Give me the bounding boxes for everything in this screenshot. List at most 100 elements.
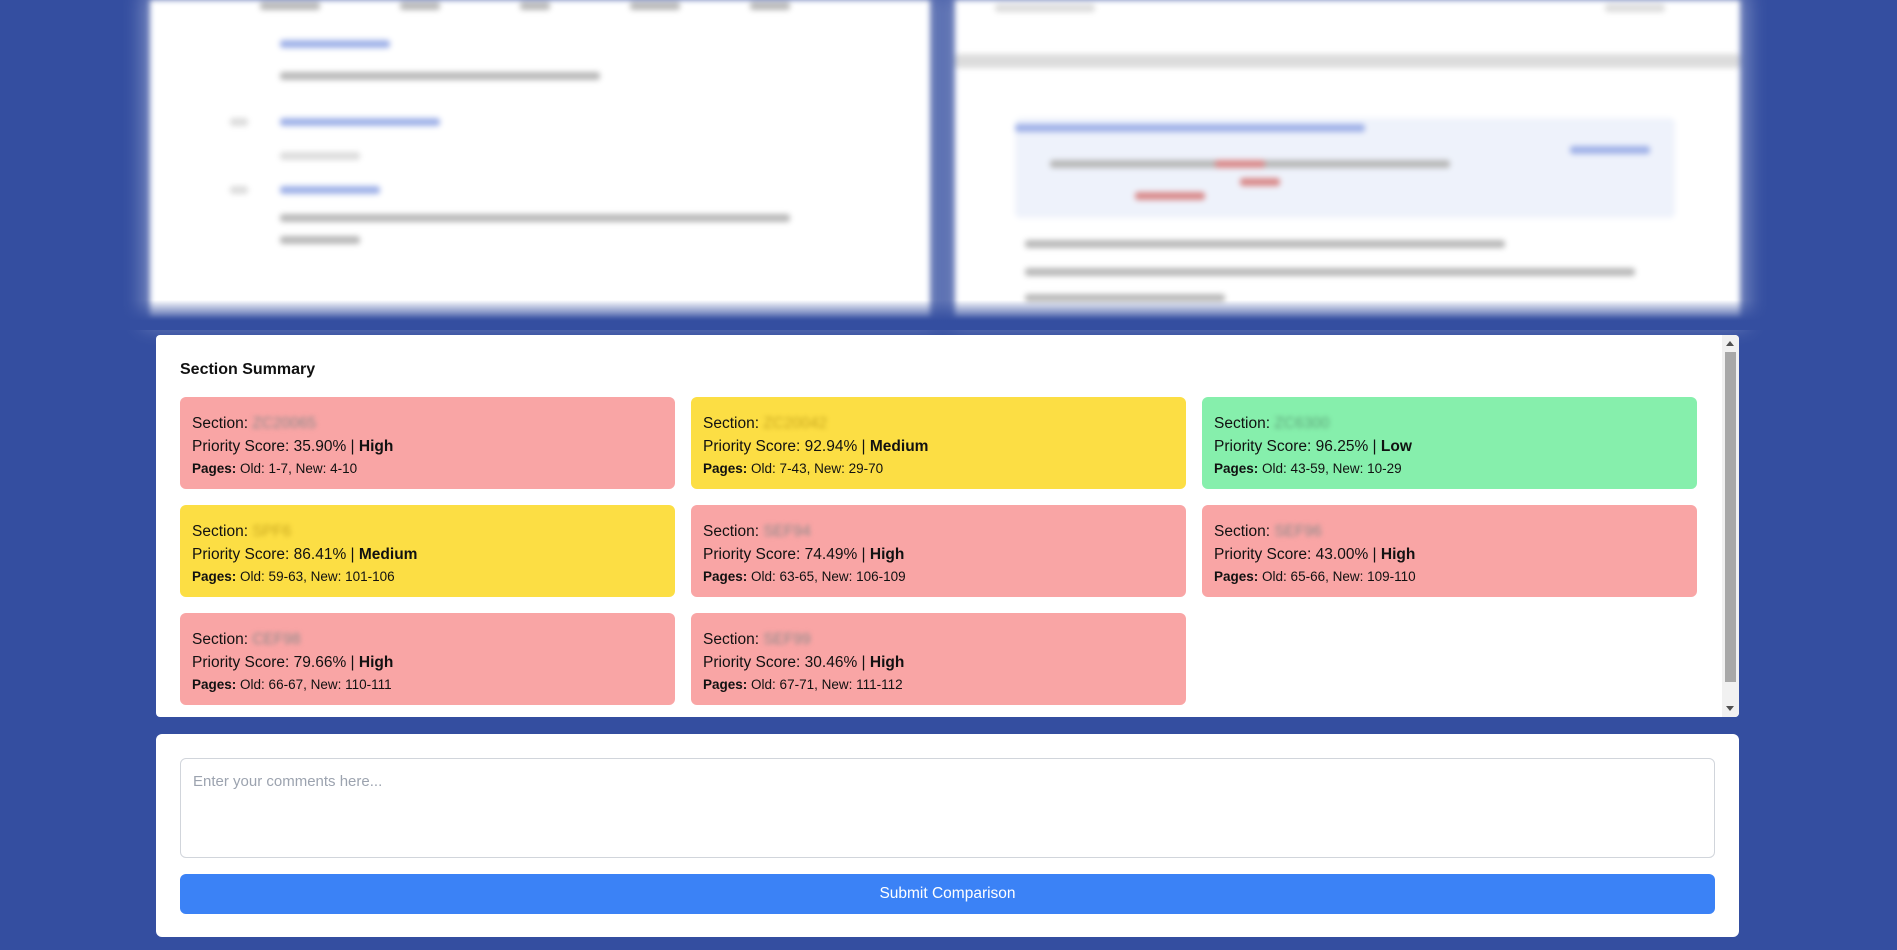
section-code: CEF98	[252, 631, 301, 648]
section-line: Section: CEF98	[192, 629, 663, 651]
scroll-down-arrow-icon[interactable]	[1726, 706, 1734, 711]
section-line: Section: SPF6	[192, 521, 663, 543]
priority-level: Medium	[358, 546, 418, 563]
section-summary-panel: Section Summary Section: ZC20065 Priority…	[156, 335, 1739, 717]
section-line: Section: SEF99	[703, 629, 1174, 651]
section-line: Section: SEF96	[1214, 521, 1685, 543]
priority-score-value: 92.94%	[804, 438, 858, 455]
pages-value: Old: 59-63, New: 101-106	[240, 569, 395, 584]
section-card: Section: SEF99 Priority Score: 30.46% | H…	[691, 613, 1186, 705]
pages-value: Old: 65-66, New: 109-110	[1262, 569, 1416, 584]
separator: |	[1372, 546, 1377, 563]
section-label: Section:	[192, 415, 249, 432]
comments-textarea[interactable]	[180, 758, 1715, 858]
pages-label: Pages:	[703, 569, 748, 584]
priority-line: Priority Score: 86.41% | Medium	[192, 543, 663, 567]
pages-value: Old: 66-67, New: 110-111	[240, 677, 392, 692]
comment-panel: Submit Comparison	[156, 734, 1739, 937]
section-card: Section: ZC6300 Priority Score: 96.25% | …	[1202, 397, 1697, 489]
section-summary-title: Section Summary	[180, 361, 316, 378]
new-document-preview	[955, 0, 1740, 318]
separator: |	[350, 546, 355, 563]
pages-value: Old: 1-7, New: 4-10	[240, 461, 358, 476]
section-card: Section: CEF98 Priority Score: 79.66% | H…	[180, 613, 675, 705]
pages-label: Pages:	[192, 569, 237, 584]
section-label: Section:	[1214, 523, 1271, 540]
separator: |	[350, 438, 355, 455]
priority-level: High	[358, 438, 394, 455]
submit-comparison-button[interactable]: Submit Comparison	[180, 874, 1715, 914]
section-card: Section: ZC20065 Priority Score: 35.90% |…	[180, 397, 675, 489]
scroll-up-arrow-icon[interactable]	[1726, 341, 1734, 346]
pages-line: Pages: Old: 65-66, New: 109-110	[1214, 567, 1685, 587]
separator: |	[861, 438, 866, 455]
pages-label: Pages:	[192, 461, 237, 476]
priority-line: Priority Score: 43.00% | High	[1214, 543, 1685, 567]
section-line: Section: SEF94	[703, 521, 1174, 543]
scroll-thumb[interactable]	[1725, 352, 1736, 682]
priority-score-label: Priority Score:	[192, 654, 290, 671]
pages-line: Pages: Old: 43-59, New: 10-29	[1214, 459, 1685, 479]
priority-line: Priority Score: 74.49% | High	[703, 543, 1174, 567]
pages-line: Pages: Old: 7-43, New: 29-70	[703, 459, 1174, 479]
pages-label: Pages:	[703, 677, 748, 692]
priority-score-value: 79.66%	[293, 654, 347, 671]
priority-score-value: 96.25%	[1315, 438, 1369, 455]
pages-value: Old: 67-71, New: 111-112	[751, 677, 903, 692]
section-line: Section: ZC20042	[703, 413, 1174, 435]
priority-level: High	[1380, 546, 1416, 563]
section-code: ZC6300	[1274, 415, 1330, 432]
document-preview-area	[140, 0, 1740, 325]
priority-score-label: Priority Score:	[192, 546, 290, 563]
section-code: ZC20042	[763, 415, 828, 432]
section-label: Section:	[1214, 415, 1271, 432]
separator: |	[861, 546, 866, 563]
priority-score-label: Priority Score:	[1214, 438, 1312, 455]
priority-level: Low	[1380, 438, 1412, 455]
section-line: Section: ZC20065	[192, 413, 663, 435]
pages-line: Pages: Old: 1-7, New: 4-10	[192, 459, 663, 479]
section-line: Section: ZC6300	[1214, 413, 1685, 435]
section-card: Section: SEF94 Priority Score: 74.49% | H…	[691, 505, 1186, 597]
pages-label: Pages:	[192, 677, 237, 692]
section-card: Section: SEF96 Priority Score: 43.00% | H…	[1202, 505, 1697, 597]
priority-score-label: Priority Score:	[703, 438, 801, 455]
priority-level: High	[869, 654, 905, 671]
pages-label: Pages:	[703, 461, 748, 476]
section-code: SEF96	[1274, 523, 1322, 540]
pages-line: Pages: Old: 63-65, New: 106-109	[703, 567, 1174, 587]
separator: |	[1372, 438, 1377, 455]
pages-line: Pages: Old: 59-63, New: 101-106	[192, 567, 663, 587]
section-label: Section:	[703, 631, 760, 648]
priority-line: Priority Score: 92.94% | Medium	[703, 435, 1174, 459]
section-cards-grid: Section: ZC20065 Priority Score: 35.90% |…	[180, 397, 1724, 705]
pages-value: Old: 7-43, New: 29-70	[751, 461, 884, 476]
section-label: Section:	[703, 523, 760, 540]
section-code: SEF94	[763, 523, 811, 540]
section-code: SPF6	[252, 523, 292, 540]
preview-fade	[0, 300, 1897, 330]
priority-line: Priority Score: 79.66% | High	[192, 651, 663, 675]
pages-label: Pages:	[1214, 461, 1259, 476]
pages-label: Pages:	[1214, 569, 1259, 584]
priority-score-label: Priority Score:	[703, 654, 801, 671]
section-code: ZC20065	[252, 415, 317, 432]
section-label: Section:	[703, 415, 760, 432]
separator: |	[350, 654, 355, 671]
priority-score-value: 35.90%	[293, 438, 347, 455]
section-card: Section: SPF6 Priority Score: 86.41% | Me…	[180, 505, 675, 597]
summary-scrollbar[interactable]	[1722, 335, 1739, 717]
section-label: Section:	[192, 523, 249, 540]
priority-score-label: Priority Score:	[192, 438, 290, 455]
priority-line: Priority Score: 35.90% | High	[192, 435, 663, 459]
pages-line: Pages: Old: 66-67, New: 110-111	[192, 675, 663, 695]
priority-score-value: 74.49%	[804, 546, 858, 563]
priority-level: High	[358, 654, 394, 671]
section-label: Section:	[192, 631, 249, 648]
pages-line: Pages: Old: 67-71, New: 111-112	[703, 675, 1174, 695]
priority-score-label: Priority Score:	[1214, 546, 1312, 563]
priority-level: High	[869, 546, 905, 563]
priority-score-value: 43.00%	[1315, 546, 1369, 563]
priority-score-value: 30.46%	[804, 654, 858, 671]
pages-value: Old: 63-65, New: 106-109	[751, 569, 906, 584]
